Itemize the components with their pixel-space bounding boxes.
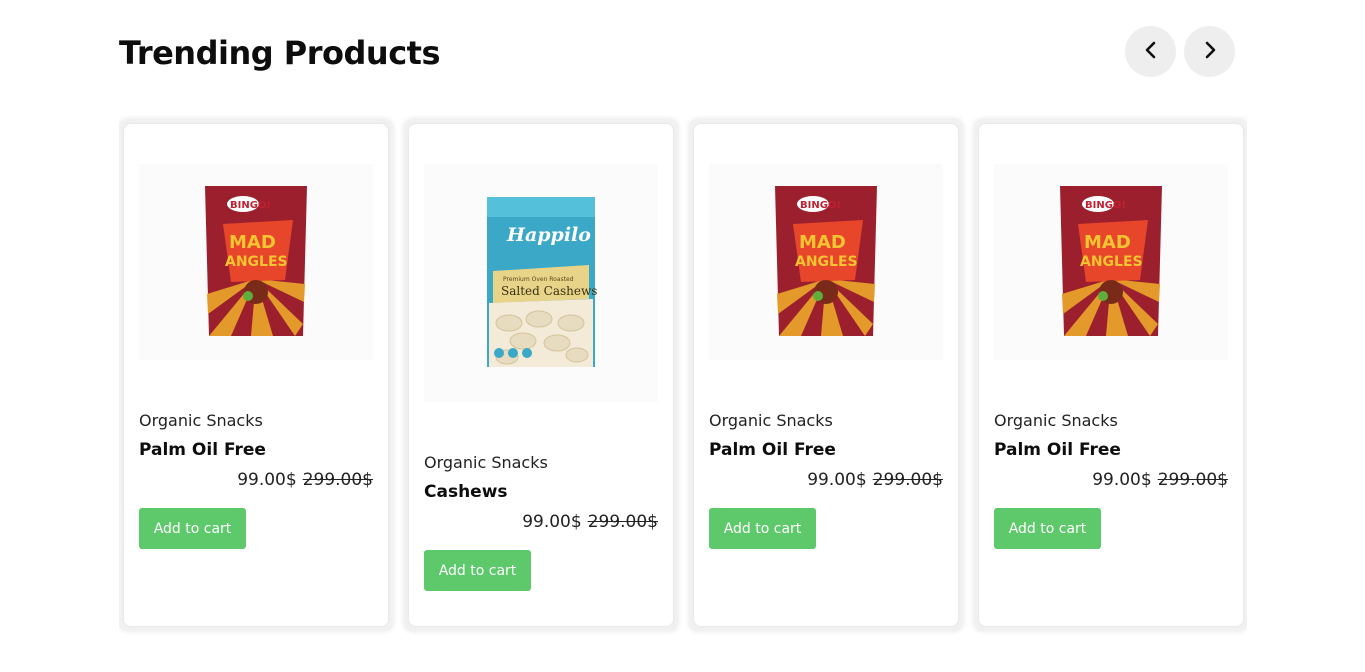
bingo-pack-graphic: MAD ANGLES BINGO! <box>205 186 307 336</box>
svg-text:Salted Cashews: Salted Cashews <box>501 284 597 298</box>
product-name[interactable]: Palm Oil Free <box>139 440 266 460</box>
original-price: 299.00$ <box>872 470 943 490</box>
svg-text:MAD: MAD <box>229 232 276 253</box>
bingo-pack-graphic: MAD ANGLES BINGO! <box>1060 186 1162 336</box>
svg-text:BINGO!: BINGO! <box>800 200 841 211</box>
product-image[interactable]: MAD ANGLES BINGO! <box>139 164 373 360</box>
sale-price: 99.00$ <box>522 512 582 532</box>
product-image[interactable]: Happilo Premium Oven Roasted Salted Cash… <box>424 164 658 402</box>
product-price: 99.00$ 299.00$ <box>237 470 373 490</box>
section-title: Trending Products <box>119 34 441 72</box>
product-image[interactable]: MAD ANGLES BINGO! <box>994 164 1228 360</box>
svg-text:ANGLES: ANGLES <box>795 254 858 270</box>
svg-text:BINGO!: BINGO! <box>1085 200 1126 211</box>
product-category: Organic Snacks <box>994 411 1118 430</box>
product-price: 99.00$ 299.00$ <box>1092 470 1228 490</box>
product-name[interactable]: Cashews <box>424 482 508 502</box>
product-card: MAD ANGLES BINGO! Organic Snacks Palm Oi… <box>119 119 393 631</box>
original-price: 299.00$ <box>587 512 658 532</box>
product-name[interactable]: Palm Oil Free <box>994 440 1121 460</box>
svg-text:BINGO!: BINGO! <box>230 200 271 211</box>
carousel-prev-button[interactable] <box>1125 26 1176 77</box>
svg-text:ANGLES: ANGLES <box>1080 254 1143 270</box>
original-price: 299.00$ <box>1157 470 1228 490</box>
sale-price: 99.00$ <box>807 470 867 490</box>
product-card: Happilo Premium Oven Roasted Salted Cash… <box>404 119 678 631</box>
svg-text:MAD: MAD <box>799 232 846 253</box>
product-card: MAD ANGLES BINGO! Organic Snacks Palm Oi… <box>689 119 963 631</box>
bingo-pack-graphic: MAD ANGLES BINGO! <box>775 186 877 336</box>
product-image[interactable]: MAD ANGLES BINGO! <box>709 164 943 360</box>
svg-text:MAD: MAD <box>1084 232 1131 253</box>
add-to-cart-button[interactable]: Add to cart <box>709 508 816 549</box>
chevron-right-icon <box>1202 41 1218 62</box>
add-to-cart-button[interactable]: Add to cart <box>424 550 531 591</box>
chevron-left-icon <box>1143 41 1159 62</box>
svg-text:Happilo: Happilo <box>506 224 591 246</box>
product-category: Organic Snacks <box>424 453 548 472</box>
svg-text:ANGLES: ANGLES <box>225 254 288 270</box>
original-price: 299.00$ <box>302 470 373 490</box>
product-card: MAD ANGLES BINGO! Organic Snacks Palm Oi… <box>974 119 1247 631</box>
product-name[interactable]: Palm Oil Free <box>709 440 836 460</box>
add-to-cart-button[interactable]: Add to cart <box>994 508 1101 549</box>
add-to-cart-button[interactable]: Add to cart <box>139 508 246 549</box>
carousel-next-button[interactable] <box>1184 26 1235 77</box>
svg-text:Premium Oven Roasted: Premium Oven Roasted <box>503 276 574 283</box>
product-category: Organic Snacks <box>139 411 263 430</box>
sale-price: 99.00$ <box>1092 470 1152 490</box>
product-carousel: MAD ANGLES BINGO! Organic Snacks Palm Oi… <box>119 115 1247 635</box>
product-category: Organic Snacks <box>709 411 833 430</box>
product-price: 99.00$ 299.00$ <box>807 470 943 490</box>
product-price: 99.00$ 299.00$ <box>522 512 658 532</box>
happilo-pack-graphic: Happilo Premium Oven Roasted Salted Cash… <box>487 197 597 367</box>
sale-price: 99.00$ <box>237 470 297 490</box>
